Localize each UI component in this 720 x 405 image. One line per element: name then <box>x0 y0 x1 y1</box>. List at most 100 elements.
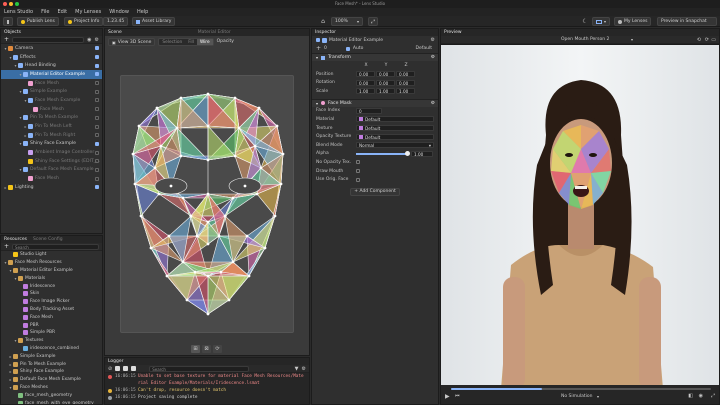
mesh-vertex[interactable] <box>181 196 185 200</box>
view-3d-scene-button[interactable]: ▣ View 3D Scene <box>108 38 156 46</box>
default-label[interactable]: Default <box>416 46 432 51</box>
mesh-vertex[interactable] <box>167 234 171 238</box>
object-visibility-checkbox[interactable] <box>95 167 99 172</box>
more-icon[interactable]: ▭ <box>711 37 716 43</box>
resource-tree-item[interactable]: face_mesh_with_eye_geometry <box>1 399 102 404</box>
mesh-vertex[interactable] <box>243 184 247 188</box>
mesh-vertex[interactable] <box>233 154 237 158</box>
info-filter-icon[interactable] <box>131 366 137 371</box>
object-tree-item[interactable]: ▸ Pin To Mesh Right <box>1 131 102 140</box>
transform-value-field[interactable]: 0.00 <box>396 71 415 78</box>
settings-icon[interactable]: ⚙ <box>95 37 99 43</box>
resource-tree-item[interactable]: PBR <box>1 321 102 329</box>
capture-icon[interactable]: ◉ <box>699 393 703 399</box>
settings-icon[interactable]: ⚙ <box>431 55 435 60</box>
asset-library-button[interactable]: Asset Library <box>132 17 176 26</box>
device-select[interactable]: ▾ <box>592 17 610 26</box>
resource-tree-item[interactable]: Iridescence <box>1 282 102 290</box>
add-object-button[interactable]: + <box>4 36 9 43</box>
menu-lens-studio[interactable]: Lens Studio <box>4 9 33 15</box>
transform-value-field[interactable]: 0.00 <box>356 71 375 78</box>
object-tree-item[interactable]: ▾ Camera <box>1 44 102 53</box>
filter-icon[interactable]: ▼ <box>295 366 299 372</box>
mesh-vertex[interactable] <box>223 214 227 218</box>
tab-preview[interactable]: Preview <box>444 30 462 35</box>
tab-material-editor[interactable]: Material Editor <box>198 30 231 35</box>
toggle-wire[interactable]: Wire <box>196 39 213 45</box>
alpha-value-field[interactable]: 1.00 <box>411 150 433 157</box>
object-visibility-checkbox[interactable] <box>95 159 99 164</box>
my-lenses-button[interactable]: My Lenses <box>614 17 652 26</box>
clear-log-icon[interactable]: ⊘ <box>108 366 112 372</box>
resource-tree-item[interactable]: ▸ Simple Example <box>1 352 102 360</box>
mesh-vertex[interactable] <box>206 220 210 224</box>
face-mask-section-header[interactable]: ▾ Face Mask ⚙ <box>312 98 438 107</box>
object-tree-item[interactable]: ▾ Simple Example <box>1 87 102 96</box>
transform-value-field[interactable]: 0.00 <box>356 79 375 86</box>
tab-scene-config[interactable]: Scene Config <box>33 237 63 242</box>
lock-icon[interactable]: ⚙ <box>431 37 435 43</box>
project-info-button[interactable]: Project Info <box>64 17 104 26</box>
object-tree-item[interactable]: Shiny Face Settings (EDIT_... <box>1 157 102 166</box>
log-row[interactable]: rial Editor Example/Materials/Iridescenc… <box>105 380 309 387</box>
logger-search-input[interactable]: Search <box>149 365 250 372</box>
mesh-vertex[interactable] <box>157 192 161 196</box>
scene-viewport[interactable] <box>120 75 294 333</box>
blend-mode-select[interactable]: Normal ▾ <box>356 142 434 149</box>
resource-tree-item[interactable]: Face Mesh <box>1 313 102 321</box>
mesh-vertex[interactable] <box>149 246 153 250</box>
simulation-select[interactable]: No Simulation <box>561 394 593 399</box>
resource-tree-item[interactable]: iridescence_combined <box>1 345 102 353</box>
mesh-vertex[interactable] <box>206 92 210 96</box>
volume-icon[interactable]: ◧ <box>688 393 693 399</box>
mesh-vertex[interactable] <box>281 152 285 156</box>
toggle-selection[interactable]: Selection <box>159 39 185 45</box>
face-index-field[interactable]: 0 <box>356 107 382 114</box>
transform-value-field[interactable]: 1.00 <box>356 88 375 95</box>
rotate-icon[interactable]: ⟳ <box>705 37 709 43</box>
preview-mode-select[interactable]: Open Mouth Person 2 <box>561 37 609 42</box>
mesh-vertex[interactable] <box>133 182 137 186</box>
object-name[interactable]: Material Editor Example <box>329 38 383 43</box>
resource-tree-item[interactable]: Studio Light <box>1 251 102 259</box>
mesh-vertex[interactable] <box>219 270 223 274</box>
object-visibility-checkbox[interactable] <box>95 124 99 129</box>
mesh-vertex[interactable] <box>253 144 257 148</box>
object-visibility-checkbox[interactable] <box>95 89 99 94</box>
mesh-vertex[interactable] <box>237 126 241 130</box>
mesh-vertex[interactable] <box>206 158 210 162</box>
add-resource-button[interactable]: + <box>4 243 9 250</box>
rotate-tool-icon[interactable]: ⟳ <box>213 345 222 353</box>
mesh-vertex[interactable] <box>217 234 221 238</box>
mesh-vertex[interactable] <box>193 270 197 274</box>
transform-value-field[interactable]: 0.00 <box>376 79 395 86</box>
object-visibility-checkbox[interactable] <box>95 150 99 155</box>
play-button[interactable]: ▶ <box>445 393 450 400</box>
object-tree-item[interactable]: Ambient Image Controller <box>1 148 102 157</box>
face-mask-checkbox[interactable] <box>356 169 360 174</box>
object-visibility-checkbox[interactable] <box>95 185 99 190</box>
preview-snapchat-button[interactable]: Preview in Snapchat <box>657 17 717 26</box>
object-tree-item[interactable]: ▾ Material Editor Example <box>1 70 102 79</box>
sidebar-toggle-button[interactable] <box>3 17 13 26</box>
mesh-vertex[interactable] <box>247 274 251 278</box>
tab-scene[interactable]: Scene <box>108 30 122 35</box>
asset-picker-field[interactable]: Default <box>356 125 434 132</box>
resource-tree-item[interactable]: Skin <box>1 290 102 298</box>
object-visibility-checkbox[interactable] <box>95 115 99 120</box>
auto-checkbox[interactable] <box>345 46 350 51</box>
mesh-vertex[interactable] <box>159 144 163 148</box>
object-visibility-checkbox[interactable] <box>95 141 99 146</box>
transform-value-field[interactable]: 0.00 <box>396 79 415 86</box>
object-tree-item[interactable]: ▸ Lighting <box>1 183 102 192</box>
resource-tree-item[interactable]: ▸ Default Face Mesh Example <box>1 376 102 384</box>
mesh-vertex[interactable] <box>153 166 157 170</box>
fullscreen-button[interactable]: ⤢ <box>368 17 378 26</box>
mesh-vertex[interactable] <box>273 214 277 218</box>
settings-icon[interactable]: ⚙ <box>431 101 435 106</box>
mesh-vertex[interactable] <box>189 214 193 218</box>
settings-icon[interactable]: ⚙ <box>302 366 306 372</box>
mesh-vertex[interactable] <box>245 234 249 238</box>
object-tree-item[interactable]: ▾ Head Binding <box>1 61 102 70</box>
resource-tree-item[interactable]: Simple PBR <box>1 329 102 337</box>
